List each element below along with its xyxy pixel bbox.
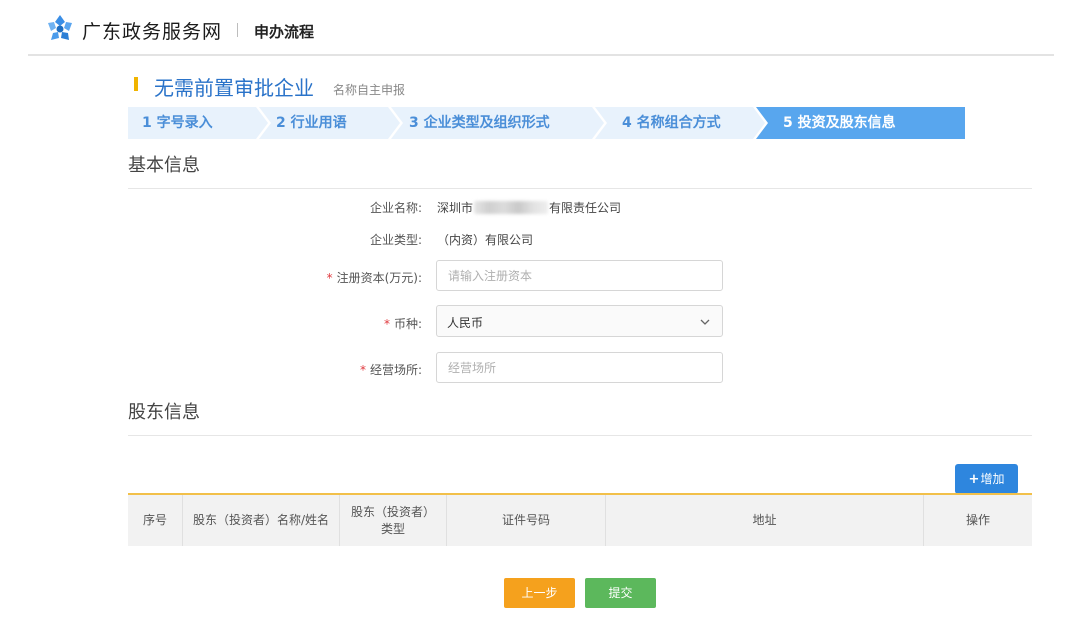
company-name-label: 企业名称: [369,201,422,215]
step-2-industry-term[interactable]: 2 行业用语 [276,107,347,139]
required-mark: * [383,317,390,331]
basic-info-divider [128,188,1032,189]
required-mark: * [359,363,366,377]
currency-label-text: 币种: [393,317,422,331]
business-address-input[interactable] [436,352,723,383]
company-type-label: 企业类型: [369,233,422,247]
top-bar: 广东政务服务网 申办流程 [0,0,1080,56]
shareholder-info-title: 股东信息 [128,402,200,423]
business-address-label: * 经营场所: [120,361,422,378]
column-header-shareholder-type: 股东（投资者）类型 [340,495,447,546]
submit-button[interactable]: 提交 [585,578,656,608]
registered-capital-input[interactable] [436,260,723,291]
step-3-company-type[interactable]: 3 企业类型及组织形式 [409,107,550,139]
currency-label: * 币种: [120,315,422,332]
section-subtitle: 名称自主申报 [333,83,406,97]
company-name-redacted [474,201,549,214]
chevron-down-icon [700,319,710,325]
header-separator [237,23,238,37]
currency-select[interactable]: 人民币 [436,305,723,337]
step-5-investment-shareholders[interactable]: 5 投资及股东信息 [783,107,896,139]
page-title: 申办流程 [254,23,315,41]
step-4-name-combination[interactable]: 4 名称组合方式 [622,107,721,139]
header-divider [28,54,1054,56]
column-header-index: 序号 [128,495,183,546]
site-name: 广东政务服务网 [82,21,223,43]
step-progress: 1 字号录入 2 行业用语 3 企业类型及组织形式 4 名称组合方式 5 投资及… [128,107,965,139]
basic-info-title: 基本信息 [128,155,200,176]
company-name-prefix: 深圳市 [437,201,474,215]
currency-select-value: 人民币 [447,316,484,330]
gov-logo-icon [48,15,72,40]
registered-capital-label-text: 注册资本(万元): [336,271,422,285]
shareholder-table: 序号 股东（投资者）名称/姓名 股东（投资者）类型 证件号码 地址 操作 [128,493,1032,546]
column-header-shareholder-name: 股东（投资者）名称/姓名 [183,495,340,546]
add-shareholder-button[interactable]: +增加 [955,464,1018,494]
column-header-actions: 操作 [965,513,990,527]
column-header-id-number: 证件号码 [447,495,606,546]
section-marker [134,77,138,91]
plus-icon: + [968,472,980,487]
company-name-value: 深圳市 有限责任公司 [437,199,621,216]
section-title: 无需前置审批企业 [154,76,314,100]
column-header-address: 地址 [606,495,924,546]
required-mark: * [326,271,333,285]
previous-step-button[interactable]: 上一步 [504,578,575,608]
company-type-value: （内资）有限公司 [437,233,534,247]
add-shareholder-label: 增加 [980,472,1005,486]
company-name-suffix: 有限责任公司 [549,201,622,215]
shareholder-info-divider [128,435,1032,436]
business-address-label-text: 经营场所: [369,363,422,377]
registered-capital-label: * 注册资本(万元): [120,269,422,286]
step-1-word-entry[interactable]: 1 字号录入 [142,107,213,139]
